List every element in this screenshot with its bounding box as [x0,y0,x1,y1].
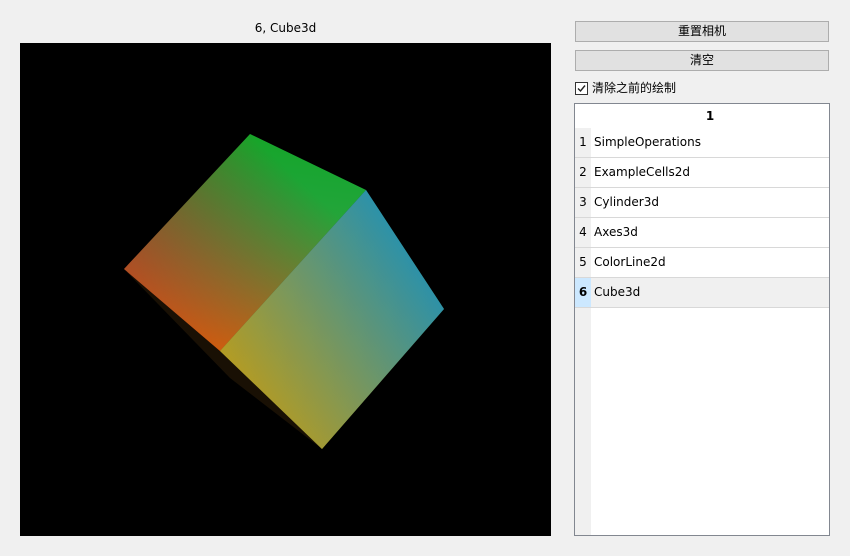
clear-button[interactable]: 清空 [575,50,829,71]
example-table[interactable]: 1 1 SimpleOperations 2 ExampleCells2d 3 … [574,103,830,536]
table-cell[interactable]: ExampleCells2d [591,158,829,187]
row-number[interactable]: 6 [575,278,591,307]
table-row[interactable]: 1 SimpleOperations [575,128,829,158]
table-row[interactable]: 4 Axes3d [575,218,829,248]
table-row[interactable]: 2 ExampleCells2d [575,158,829,188]
clear-previous-checkbox[interactable] [575,81,588,95]
checkmark-icon [577,84,586,92]
table-corner [575,104,591,128]
column-header[interactable]: 1 [591,104,829,128]
cube-render [124,134,444,449]
table-cell[interactable]: SimpleOperations [591,128,829,157]
row-number[interactable]: 3 [575,188,591,217]
table-row[interactable]: 3 Cylinder3d [575,188,829,218]
table-row-selected[interactable]: 6 Cube3d [575,278,829,308]
clear-previous-checkbox-row[interactable]: 清除之前的绘制 [575,80,676,96]
clear-previous-label: 清除之前的绘制 [592,81,677,95]
render-viewport[interactable] [20,43,551,536]
row-number[interactable]: 1 [575,128,591,157]
table-cell[interactable]: ColorLine2d [591,248,829,277]
reset-camera-button[interactable]: 重置相机 [575,21,829,42]
row-number[interactable]: 2 [575,158,591,187]
table-cell[interactable]: Axes3d [591,218,829,247]
row-number[interactable]: 4 [575,218,591,247]
table-cell[interactable]: Cylinder3d [591,188,829,217]
table-cell[interactable]: Cube3d [591,278,829,307]
table-row[interactable]: 5 ColorLine2d [575,248,829,278]
viewport-title: 6, Cube3d [254,21,317,35]
row-number[interactable]: 5 [575,248,591,277]
